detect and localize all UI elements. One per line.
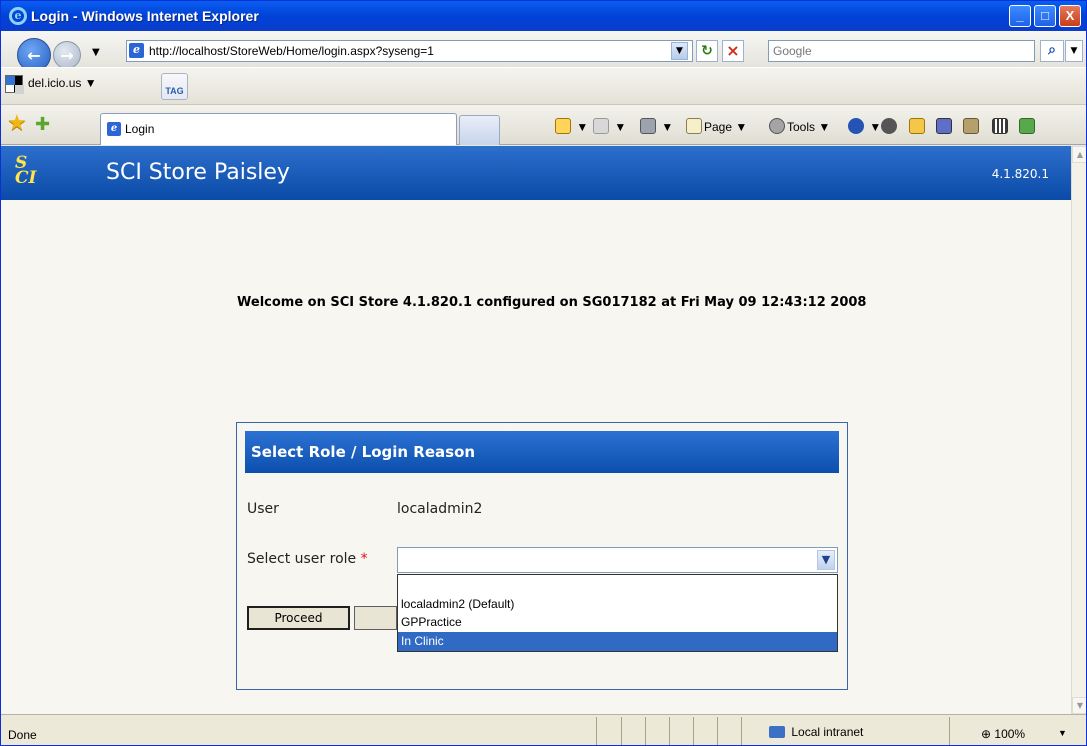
rss-icon [593,118,609,134]
new-tab-button[interactable] [459,115,500,145]
secondary-button[interactable] [354,606,397,630]
delicious-link[interactable]: del.icio.us ▼ [28,76,97,90]
address-text: http://localhost/StoreWeb/Home/login.asp… [149,44,434,58]
app-header: S CI SCI Store Paisley 4.1.820.1 [1,146,1071,200]
print-icon [640,118,656,134]
edit-icon [909,118,925,134]
role-option[interactable]: GPPractice [398,613,837,632]
add-favorites-icon[interactable]: ✚ [35,115,50,135]
extra-tool-icon [1019,118,1035,134]
status-divider [669,717,670,745]
navigation-icon [936,118,952,134]
status-divider [949,717,950,745]
grid-icon [992,118,1008,134]
status-text: Done [8,728,37,742]
delicious-icon [5,75,24,94]
page-icon: e [129,43,144,58]
help-button[interactable]: ▼ [848,117,881,139]
refresh-icon[interactable]: ↻ [696,40,718,62]
required-marker: * [360,551,368,567]
extra-tool-button[interactable] [1019,117,1037,139]
welcome-message: Welcome on SCI Store 4.1.820.1 configure… [237,295,867,310]
scroll-up-icon[interactable]: ▲ [1072,146,1086,163]
edit-button[interactable] [909,117,927,139]
page-icon [686,118,702,134]
version-label: 4.1.820.1 [991,167,1049,181]
history-dropdown-icon[interactable]: ▼ [92,47,100,58]
window-titlebar: e Login - Windows Internet Explorer _ □ … [1,1,1086,31]
minimize-button[interactable]: _ [1009,5,1031,27]
intranet-icon [769,726,785,738]
role-label-text: Select user role [247,551,357,567]
select-chevron-icon[interactable]: ▼ [817,550,835,570]
zone-text: Local intranet [791,725,864,739]
maximize-button[interactable]: □ [1034,5,1056,27]
research-icon [963,118,979,134]
security-zone: Local intranet [769,725,863,739]
blocker-button[interactable] [881,117,899,139]
forward-button[interactable]: → [53,41,81,69]
browser-window: e Login - Windows Internet Explorer _ □ … [0,0,1087,746]
stop-icon[interactable]: × [722,40,744,62]
search-icon[interactable]: ⌕ [1040,40,1064,62]
address-dropdown-icon[interactable]: ▼ [671,42,688,60]
home-icon [555,118,571,134]
login-role-panel: Select Role / Login Reason User localadm… [236,422,848,690]
feeds-button[interactable]: ▼ [593,117,626,139]
sci-logo-icon: S CI [15,153,37,188]
close-button[interactable]: X [1059,5,1081,27]
grid-button[interactable] [992,117,1010,139]
blocker-icon [881,118,897,134]
status-divider [621,717,622,745]
vertical-scrollbar[interactable]: ▲ ▼ [1071,146,1086,714]
print-button[interactable]: ▼ [640,117,673,139]
role-label: Select user role * [247,551,368,567]
ie-icon: e [9,7,27,25]
scroll-down-icon[interactable]: ▼ [1072,697,1086,714]
app-title: SCI Store Paisley [106,160,290,185]
status-divider [741,717,742,745]
tab-login[interactable]: e Login [100,113,457,145]
tag-icon[interactable]: TAG [161,73,188,100]
status-divider [596,717,597,745]
status-divider [717,717,718,745]
search-options-icon[interactable]: ▼ [1065,40,1083,62]
panel-title: Select Role / Login Reason [245,431,839,473]
favorites-star-icon[interactable]: ★ [7,113,27,135]
tab-title: Login [125,122,155,136]
search-input[interactable]: Google [768,40,1035,62]
user-value: localadmin2 [397,501,483,517]
window-title: Login - Windows Internet Explorer [31,8,259,24]
status-bar: Done Local intranet ⊕ 100% ▼ [1,714,1086,745]
research-button[interactable] [963,117,981,139]
role-option[interactable]: localadmin2 (Default) [398,595,837,614]
role-options-list[interactable]: localadmin2 (Default) GPPractice In Clin… [397,574,838,652]
role-option-highlighted[interactable]: In Clinic [398,632,837,651]
address-bar[interactable]: e http://localhost/StoreWeb/Home/login.a… [126,40,693,62]
status-divider [645,717,646,745]
page-content: S CI SCI Store Paisley 4.1.820.1 Welcome … [1,146,1071,714]
help-icon [848,118,864,134]
tools-menu[interactable]: Tools ▼ [769,117,830,139]
user-role-select[interactable]: ▼ [397,547,838,573]
zoom-dropdown-icon[interactable]: ▼ [1058,728,1067,738]
status-divider [693,717,694,745]
proceed-button[interactable]: Proceed [247,606,350,630]
zoom-level[interactable]: ⊕ 100% [981,727,1025,741]
home-button[interactable]: ▼ [555,117,588,139]
gear-icon [769,118,785,134]
page-menu[interactable]: Page ▼ [686,117,747,139]
user-label: User [247,501,279,517]
navigation-button[interactable] [936,117,954,139]
tab-ie-icon: e [107,122,121,136]
